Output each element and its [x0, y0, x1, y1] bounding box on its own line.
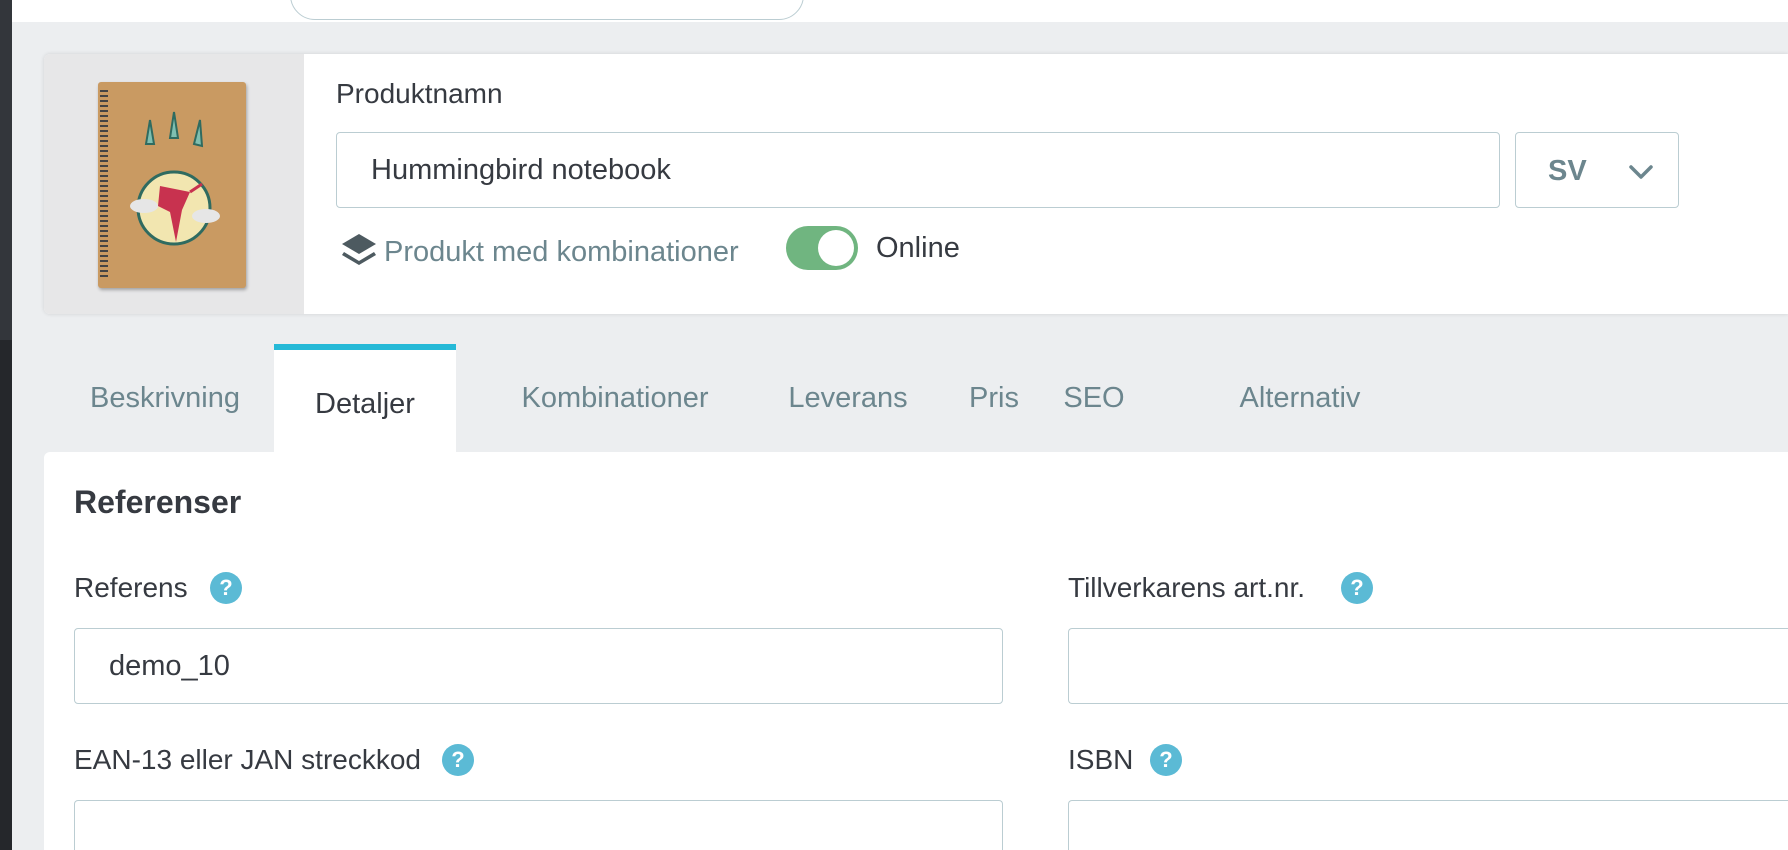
ean13-input[interactable] [74, 800, 1003, 850]
tab-pris[interactable]: Pris [952, 344, 1036, 452]
product-name-label: Produktnamn [336, 78, 503, 109]
search-input[interactable] [290, 0, 804, 20]
language-code: SV [1548, 155, 1587, 187]
mpn-input[interactable] [1068, 628, 1788, 704]
tab-seo[interactable]: SEO [1052, 344, 1136, 452]
tab-kombinationer[interactable]: Kombinationer [492, 344, 738, 452]
tab-beskrivning[interactable]: Beskrivning [70, 344, 260, 452]
mpn-label: Tillverkarens art.nr. [1068, 572, 1306, 603]
tab-leverans[interactable]: Leverans [766, 344, 930, 452]
ean13-label: EAN-13 eller JAN streckkod [74, 744, 422, 775]
top-bar [12, 0, 1788, 22]
product-with-combinations-link[interactable]: Produkt med kombinationer [340, 232, 739, 272]
mpn-help-icon[interactable]: ? [1341, 572, 1373, 604]
tab-alternativ[interactable]: Alternativ [1224, 344, 1376, 452]
reference-input[interactable]: demo_10 [74, 628, 1003, 704]
section-title: Referenser [74, 484, 242, 520]
toggle-knob [818, 230, 854, 266]
layers-icon [342, 234, 376, 265]
notebook-image [98, 82, 246, 288]
ean13-help-icon[interactable]: ? [442, 744, 474, 776]
tab-detaljer[interactable]: Detaljer [274, 344, 456, 452]
admin-sidebar-edge [0, 0, 12, 850]
admin-sidebar-lower [0, 340, 12, 850]
isbn-label: ISBN [1068, 744, 1134, 775]
product-thumbnail[interactable] [44, 54, 304, 314]
combinations-link-label: Produkt med kombinationer [384, 235, 739, 268]
language-select[interactable]: SV [1515, 132, 1679, 208]
reference-label: Referens [74, 572, 188, 603]
chevron-down-icon [1629, 165, 1653, 179]
reference-help-icon[interactable]: ? [210, 572, 242, 604]
notebook-spiral [100, 90, 108, 280]
isbn-input[interactable] [1068, 800, 1788, 850]
online-toggle[interactable] [786, 226, 858, 270]
online-label: Online [876, 232, 960, 264]
isbn-help-icon[interactable]: ? [1150, 744, 1182, 776]
hummingbird-illustration [130, 111, 220, 246]
product-name-input[interactable]: Hummingbird notebook [336, 132, 1500, 208]
